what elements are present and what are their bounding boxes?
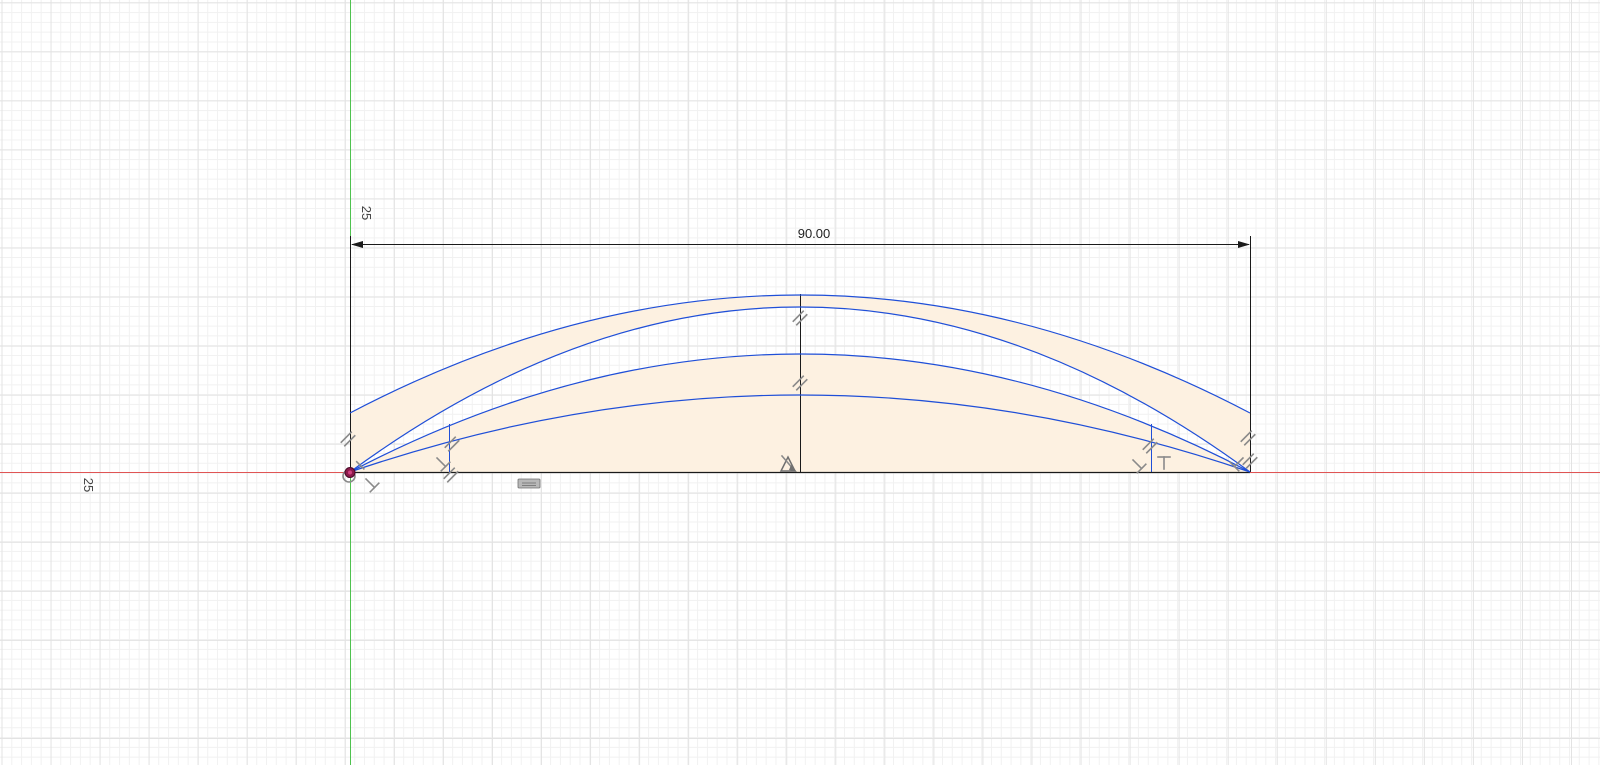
dimension-arrow-left <box>351 241 363 248</box>
axis-label-vertical: 25 <box>359 206 374 220</box>
sketch-geometry: 90.00 25 25 <box>0 0 1600 765</box>
perpendicular-constraint-icon[interactable] <box>362 475 380 493</box>
dimension-value[interactable]: 90.00 <box>798 226 831 241</box>
dimension-arrow-right <box>1238 241 1250 248</box>
horizontal-constraint-icon[interactable] <box>517 478 541 489</box>
axis-label-horizontal: 25 <box>81 478 96 492</box>
origin-point[interactable] <box>344 467 356 478</box>
